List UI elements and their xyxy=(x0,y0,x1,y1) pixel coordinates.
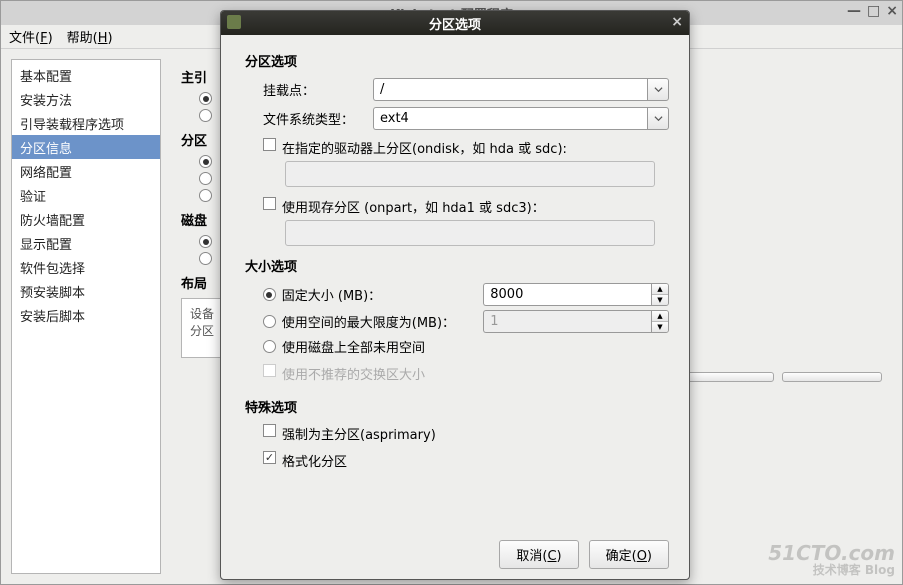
menu-file[interactable]: 文件(F) xyxy=(9,27,53,46)
radio-max-size[interactable] xyxy=(263,315,276,328)
radio-icon[interactable] xyxy=(199,92,212,105)
radio-icon[interactable] xyxy=(199,155,212,168)
minimize-icon[interactable]: — xyxy=(847,3,861,19)
sidebar-item-6[interactable]: 防火墙配置 xyxy=(12,207,160,231)
group-special-options: 特殊选项 xyxy=(245,397,669,416)
mount-point-dropdown-button[interactable] xyxy=(647,78,669,101)
fixed-size-label: 固定大小 (MB)： xyxy=(282,285,478,304)
swap-label: 使用不推荐的交换区大小 xyxy=(282,364,425,383)
chevron-down-icon xyxy=(654,114,663,123)
ondisk-input xyxy=(285,161,655,187)
max-size-stepper: ▲▼ xyxy=(651,310,669,333)
dialog-title: 分区选项 xyxy=(429,14,481,33)
fixed-size-stepper[interactable]: ▲▼ xyxy=(651,283,669,306)
radio-fixed-size[interactable] xyxy=(263,288,276,301)
asprimary-label: 强制为主分区(asprimary) xyxy=(282,424,436,443)
radio-icon[interactable] xyxy=(199,252,212,265)
sidebar-item-1[interactable]: 安装方法 xyxy=(12,87,160,111)
sidebar-item-2[interactable]: 引导装载程序选项 xyxy=(12,111,160,135)
radio-fill-disk[interactable] xyxy=(263,340,276,353)
sidebar-item-4[interactable]: 网络配置 xyxy=(12,159,160,183)
cancel-button[interactable]: 取消(C) xyxy=(499,540,578,569)
sidebar-item-10[interactable]: 安装后脚本 xyxy=(12,303,160,327)
ondisk-checkbox[interactable] xyxy=(263,138,276,151)
close-main-icon[interactable]: × xyxy=(886,3,898,19)
filesystem-label: 文件系统类型： xyxy=(263,109,373,128)
sidebar-item-9[interactable]: 预安装脚本 xyxy=(12,279,160,303)
filesystem-dropdown-button[interactable] xyxy=(647,107,669,130)
mount-point-label: 挂载点： xyxy=(263,80,373,99)
onpart-checkbox[interactable] xyxy=(263,197,276,210)
chevron-down-icon xyxy=(654,85,663,94)
max-size-input: 1 xyxy=(483,310,651,333)
radio-icon[interactable] xyxy=(199,235,212,248)
radio-icon[interactable] xyxy=(199,109,212,122)
onpart-input xyxy=(285,220,655,246)
ondisk-label: 在指定的驱动器上分区(ondisk，如 hda 或 sdc): xyxy=(282,138,567,157)
format-label: 格式化分区 xyxy=(282,451,347,470)
fill-disk-label: 使用磁盘上全部未用空间 xyxy=(282,337,425,356)
sidebar: 基本配置安装方法引导装载程序选项分区信息网络配置验证防火墙配置显示配置软件包选择… xyxy=(11,59,161,574)
group-partition-options: 分区选项 xyxy=(245,51,669,70)
sidebar-item-5[interactable]: 验证 xyxy=(12,183,160,207)
radio-icon[interactable] xyxy=(199,189,212,202)
dialog-app-icon xyxy=(227,15,241,29)
sidebar-item-7[interactable]: 显示配置 xyxy=(12,231,160,255)
filesystem-input[interactable]: ext4 xyxy=(373,107,647,130)
sidebar-item-0[interactable]: 基本配置 xyxy=(12,63,160,87)
sidebar-item-8[interactable]: 软件包选择 xyxy=(12,255,160,279)
ok-button[interactable]: 确定(O) xyxy=(589,540,669,569)
radio-icon[interactable] xyxy=(199,172,212,185)
bottom-button-2[interactable] xyxy=(782,372,882,382)
partition-options-dialog: 分区选项 × 分区选项 挂载点： / 文件系统类型： ext4 xyxy=(220,10,690,580)
close-icon[interactable]: × xyxy=(671,14,683,30)
group-size-options: 大小选项 xyxy=(245,256,669,275)
dialog-titlebar: 分区选项 × xyxy=(221,11,689,35)
fixed-size-input[interactable]: 8000 xyxy=(483,283,651,306)
format-checkbox[interactable] xyxy=(263,451,276,464)
onpart-label: 使用现存分区 (onpart，如 hda1 或 sdc3)： xyxy=(282,197,545,216)
menu-help[interactable]: 帮助(H) xyxy=(67,27,113,46)
sidebar-item-3[interactable]: 分区信息 xyxy=(12,135,160,159)
maximize-icon[interactable]: □ xyxy=(867,3,880,19)
asprimary-checkbox[interactable] xyxy=(263,424,276,437)
max-size-label: 使用空间的最大限度为(MB)： xyxy=(282,312,478,331)
mount-point-input[interactable]: / xyxy=(373,78,647,101)
swap-checkbox xyxy=(263,364,276,377)
